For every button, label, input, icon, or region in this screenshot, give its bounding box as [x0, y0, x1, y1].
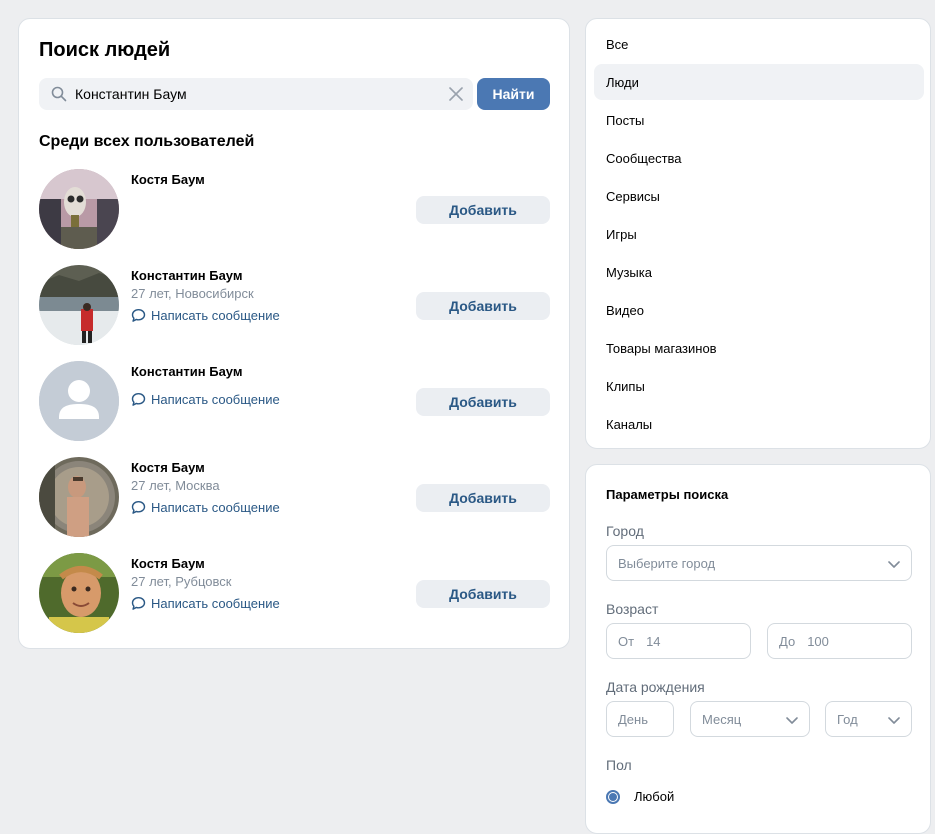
city-label: Город [606, 523, 644, 539]
add-friend-button[interactable]: Добавить [416, 292, 550, 320]
sex-option-label: Любой [634, 789, 675, 804]
nav-item-games[interactable]: Игры [594, 216, 924, 252]
nav-item-channels[interactable]: Каналы [594, 406, 924, 442]
birth-day-select[interactable]: День [606, 701, 674, 737]
message-bubble-icon [131, 596, 146, 610]
write-message-label: Написать сообщение [151, 500, 280, 515]
result-info: 27 лет, Рубцовск [131, 574, 232, 589]
result-name[interactable]: Костя Баум [131, 172, 205, 187]
search-box[interactable] [39, 78, 473, 110]
avatar[interactable] [39, 361, 119, 441]
result-name[interactable]: Константин Баум [131, 268, 242, 283]
add-friend-button[interactable]: Добавить [416, 196, 550, 224]
default-avatar-icon [39, 361, 119, 441]
city-select[interactable]: Выберите город [606, 545, 912, 581]
birth-month-select[interactable]: Месяц [690, 701, 810, 737]
nav-item-services[interactable]: Сервисы [594, 178, 924, 214]
sex-label: Пол [606, 757, 632, 773]
result-name[interactable]: Константин Баум [131, 364, 242, 379]
avatar[interactable] [39, 169, 119, 249]
birth-day-placeholder: День [618, 711, 648, 727]
result-name[interactable]: Костя Баум [131, 460, 205, 475]
age-to-value: 100 [807, 633, 829, 649]
nav-item-clips[interactable]: Клипы [594, 368, 924, 404]
city-placeholder: Выберите город [618, 555, 716, 571]
page-title: Поиск людей [39, 39, 171, 61]
write-message-link[interactable]: Написать сообщение [131, 596, 280, 611]
birth-year-placeholder: Год [837, 711, 858, 727]
result-name[interactable]: Костя Баум [131, 556, 205, 571]
people-search-card: Поиск людей Найти Среди всех пользовател… [18, 18, 570, 649]
nav-item-music[interactable]: Музыка [594, 254, 924, 290]
age-from-prefix: От [618, 633, 635, 649]
list-item: Костя Баум 27 лет, Москва Написать сообщ… [39, 457, 551, 553]
age-from-value: 14 [646, 633, 661, 649]
age-to-prefix: До [779, 633, 796, 649]
write-message-label: Написать сообщение [151, 392, 280, 407]
results-list: Костя Баум Добавить Константин Баум 27 л… [39, 169, 551, 649]
radio-selected-icon[interactable] [606, 789, 620, 804]
list-item: Костя Баум Добавить [39, 169, 551, 265]
avatar[interactable] [39, 553, 119, 633]
find-button[interactable]: Найти [477, 78, 550, 110]
list-item: Константин Баум Написать сообщение Добав… [39, 361, 551, 457]
message-bubble-icon [131, 392, 146, 406]
nav-item-video[interactable]: Видео [594, 292, 924, 328]
result-info: 27 лет, Москва [131, 478, 220, 493]
search-params-card: Параметры поиска Город Выберите город Во… [585, 464, 931, 834]
birth-year-select[interactable]: Год [825, 701, 912, 737]
write-message-link[interactable]: Написать сообщение [131, 308, 280, 323]
add-friend-button[interactable]: Добавить [416, 580, 550, 608]
nav-item-communities[interactable]: Сообщества [594, 140, 924, 176]
write-message-link[interactable]: Написать сообщение [131, 392, 280, 407]
message-bubble-icon [131, 500, 146, 514]
birth-month-placeholder: Месяц [702, 711, 742, 727]
add-friend-button[interactable]: Добавить [416, 484, 550, 512]
age-from-input[interactable]: От 14 [606, 623, 751, 659]
nav-item-people[interactable]: Люди [594, 64, 924, 100]
search-input[interactable] [75, 78, 435, 110]
clear-icon[interactable] [449, 87, 463, 101]
birth-date-label: Дата рождения [606, 679, 705, 695]
chevron-down-icon [888, 561, 900, 568]
result-info: 27 лет, Новосибирск [131, 286, 254, 301]
message-bubble-icon [131, 308, 146, 322]
avatar[interactable] [39, 265, 119, 345]
search-categories-menu: Все Люди Посты Сообщества Сервисы Игры М… [585, 18, 931, 449]
nav-item-shop-goods[interactable]: Товары магазинов [594, 330, 924, 366]
write-message-label: Написать сообщение [151, 596, 280, 611]
age-label: Возраст [606, 601, 659, 617]
chevron-down-icon [786, 717, 798, 724]
search-icon [51, 86, 67, 102]
add-friend-button[interactable]: Добавить [416, 388, 550, 416]
sex-option-any[interactable]: Любой [606, 789, 674, 804]
avatar[interactable] [39, 457, 119, 537]
nav-item-all[interactable]: Все [594, 26, 924, 62]
list-item: Константин Баум 27 лет, Новосибирск Напи… [39, 265, 551, 361]
chevron-down-icon [888, 717, 900, 724]
params-title: Параметры поиска [606, 487, 729, 502]
list-item: Костя Баум 27 лет, Рубцовск Написать соо… [39, 553, 551, 649]
section-title: Среди всех пользователей [39, 133, 255, 150]
nav-item-posts[interactable]: Посты [594, 102, 924, 138]
age-to-input[interactable]: До 100 [767, 623, 912, 659]
write-message-link[interactable]: Написать сообщение [131, 500, 280, 515]
write-message-label: Написать сообщение [151, 308, 280, 323]
